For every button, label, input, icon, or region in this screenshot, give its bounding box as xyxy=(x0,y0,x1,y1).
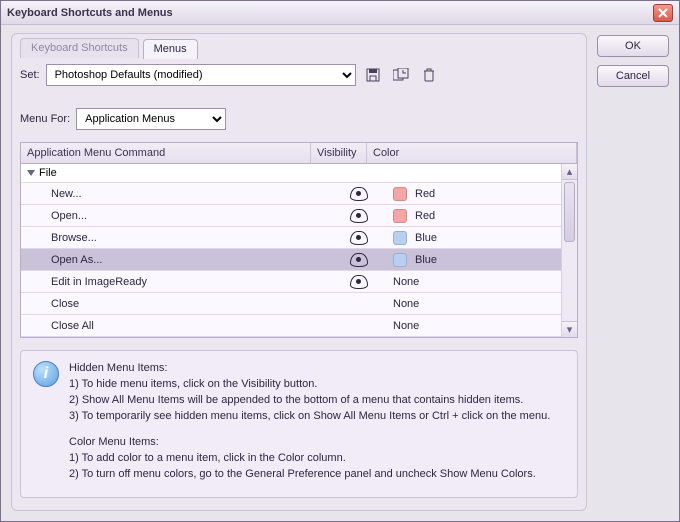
scroll-up-icon[interactable]: ▴ xyxy=(562,164,577,180)
header-visibility[interactable]: Visibility xyxy=(311,143,367,163)
tab-bar: Keyboard Shortcuts Menus xyxy=(20,38,578,58)
scroll-down-icon[interactable]: ▾ xyxy=(562,321,577,337)
command-cell: Close xyxy=(21,298,331,310)
visibility-toggle[interactable] xyxy=(331,275,387,289)
eye-icon xyxy=(350,231,368,245)
tab-menus[interactable]: Menus xyxy=(143,39,198,59)
table-row[interactable]: Edit in ImageReady None xyxy=(21,271,577,293)
grid-body: File New...RedOpen...RedBrowse...BlueOpe… xyxy=(21,164,577,337)
eye-icon xyxy=(350,253,368,267)
group-label: File xyxy=(39,167,57,179)
eye-icon xyxy=(350,275,368,289)
header-color[interactable]: Color xyxy=(367,143,577,163)
eye-icon xyxy=(350,187,368,201)
dialog-buttons: OK Cancel xyxy=(597,33,669,511)
table-row[interactable]: New... Red xyxy=(21,183,577,205)
color-name: None xyxy=(393,298,419,310)
titlebar: Keyboard Shortcuts and Menus xyxy=(1,1,679,25)
group-row-file[interactable]: File xyxy=(21,164,577,183)
tab-keyboard-shortcuts[interactable]: Keyboard Shortcuts xyxy=(20,38,139,58)
color-cell[interactable]: None xyxy=(387,298,577,310)
table-row[interactable]: Close All None xyxy=(21,315,577,337)
color-name: None xyxy=(393,276,419,288)
header-command[interactable]: Application Menu Command xyxy=(21,143,311,163)
info-heading-color: Color Menu Items: xyxy=(69,435,550,451)
eye-icon xyxy=(350,209,368,223)
set-row: Set: Photoshop Defaults (modified) xyxy=(20,64,578,86)
set-label: Set: xyxy=(20,69,40,81)
command-cell: Close All xyxy=(21,320,331,332)
color-cell[interactable]: Blue xyxy=(387,231,577,245)
command-cell: Open... xyxy=(21,210,331,222)
menu-for-select[interactable]: Application Menus xyxy=(76,108,226,130)
color-name: Blue xyxy=(415,254,437,266)
color-cell[interactable]: Blue xyxy=(387,253,577,267)
save-set-icon[interactable] xyxy=(362,65,384,85)
info-heading-hidden: Hidden Menu Items: xyxy=(69,361,550,377)
main-pane: Keyboard Shortcuts Menus Set: Photoshop … xyxy=(11,33,587,511)
ok-button[interactable]: OK xyxy=(597,35,669,57)
disclosure-triangle-icon xyxy=(27,170,35,176)
info-line: 3) To temporarily see hidden menu items,… xyxy=(69,409,550,425)
set-select[interactable]: Photoshop Defaults (modified) xyxy=(46,64,356,86)
visibility-toggle[interactable] xyxy=(331,209,387,223)
command-cell: Open As... xyxy=(21,254,331,266)
color-name: Red xyxy=(415,188,435,200)
info-line: 2) Show All Menu Items will be appended … xyxy=(69,393,550,409)
menu-for-row: Menu For: Application Menus xyxy=(20,108,578,130)
color-swatch xyxy=(393,231,407,245)
delete-set-icon[interactable] xyxy=(418,65,440,85)
visibility-toggle[interactable] xyxy=(331,253,387,267)
command-cell: New... xyxy=(21,188,331,200)
table-row[interactable]: Open As... Blue xyxy=(21,249,577,271)
vertical-scrollbar[interactable]: ▴ ▾ xyxy=(561,164,577,337)
command-cell: Browse... xyxy=(21,232,331,244)
color-cell[interactable]: Red xyxy=(387,187,577,201)
dialog-body: Keyboard Shortcuts Menus Set: Photoshop … xyxy=(1,25,679,521)
info-icon: i xyxy=(33,361,59,387)
dialog-window: Keyboard Shortcuts and Menus Keyboard Sh… xyxy=(0,0,680,522)
cancel-button[interactable]: Cancel xyxy=(597,65,669,87)
color-cell[interactable]: Red xyxy=(387,209,577,223)
menu-for-label: Menu For: xyxy=(20,113,70,125)
info-panel: i Hidden Menu Items: 1) To hide menu ite… xyxy=(20,350,578,498)
info-line: 2) To turn off menu colors, go to the Ge… xyxy=(69,467,550,483)
command-cell: Edit in ImageReady xyxy=(21,276,331,288)
visibility-toggle[interactable] xyxy=(331,187,387,201)
color-name: Blue xyxy=(415,232,437,244)
close-icon[interactable] xyxy=(653,4,673,22)
color-swatch xyxy=(393,253,407,267)
save-set-as-icon[interactable] xyxy=(390,65,412,85)
table-row[interactable]: Browse... Blue xyxy=(21,227,577,249)
info-text: Hidden Menu Items: 1) To hide menu items… xyxy=(69,361,550,483)
color-swatch xyxy=(393,209,407,223)
table-row[interactable]: Open... Red xyxy=(21,205,577,227)
visibility-toggle[interactable] xyxy=(331,231,387,245)
info-line: 1) To hide menu items, click on the Visi… xyxy=(69,377,550,393)
color-cell[interactable]: None xyxy=(387,276,577,288)
color-cell[interactable]: None xyxy=(387,320,577,332)
color-name: None xyxy=(393,320,419,332)
grid-rows: New...RedOpen...RedBrowse...BlueOpen As.… xyxy=(21,183,577,337)
scroll-thumb[interactable] xyxy=(564,182,575,242)
menu-grid: Application Menu Command Visibility Colo… xyxy=(20,142,578,338)
window-title: Keyboard Shortcuts and Menus xyxy=(7,7,653,19)
table-row[interactable]: Close None xyxy=(21,293,577,315)
info-line: 1) To add color to a menu item, click in… xyxy=(69,451,550,467)
grid-header: Application Menu Command Visibility Colo… xyxy=(21,143,577,164)
color-swatch xyxy=(393,187,407,201)
color-name: Red xyxy=(415,210,435,222)
